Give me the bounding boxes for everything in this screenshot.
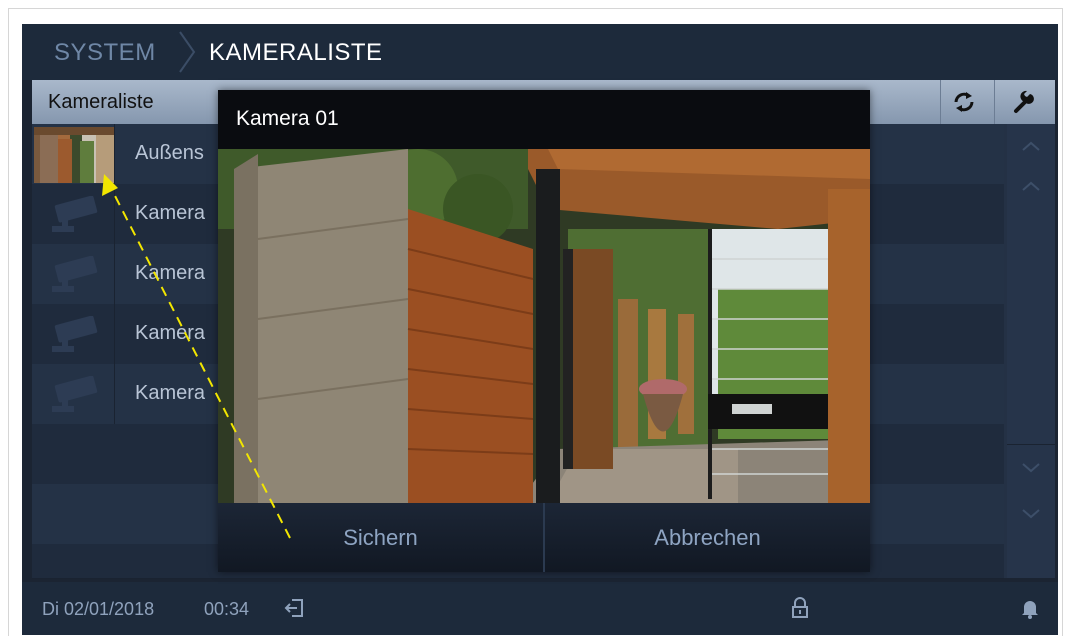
status-time: 00:34 <box>204 599 250 619</box>
touch-screen: SYSTEM KAMERALISTE Kameraliste Außens Ka… <box>22 24 1058 635</box>
scroll-top-button[interactable] <box>1007 128 1055 164</box>
camera-icon <box>52 316 98 352</box>
list-item-label: Kamera <box>135 202 206 224</box>
camera-icon <box>52 376 98 412</box>
list-item-label: Kamera <box>135 322 206 344</box>
refresh-button[interactable] <box>942 80 986 124</box>
camera-preview-dialog: Kamera 01 Sichern Abbrechen <box>218 90 870 572</box>
chevron-down-icon <box>1022 509 1040 519</box>
settings-button[interactable] <box>1002 80 1046 124</box>
camera-scene-image <box>218 149 870 503</box>
page-title: KAMERALISTE <box>209 39 383 66</box>
status-bar: Di 02/01/2018 00:34 <box>22 582 1058 635</box>
camera-thumbnail <box>34 127 114 183</box>
thumbnail-cell <box>32 184 115 244</box>
chevron-up-icon <box>1022 141 1040 151</box>
dialog-title-bar: Kamera 01 <box>218 90 870 149</box>
list-title: Kameraliste <box>48 91 154 113</box>
lock-icon[interactable] <box>788 596 812 620</box>
camera-icon <box>52 196 98 232</box>
save-button[interactable]: Sichern <box>218 503 543 572</box>
bell-icon[interactable] <box>1018 596 1042 620</box>
camera-icon <box>52 256 98 292</box>
wrench-icon <box>1014 90 1034 113</box>
dialog-title: Kamera 01 <box>236 107 339 130</box>
scrollbar[interactable] <box>1007 124 1055 578</box>
list-item-label: Kamera <box>135 382 206 404</box>
thumbnail-cell <box>32 124 115 184</box>
refresh-icon <box>954 92 974 112</box>
breadcrumb-separator-icon <box>179 31 196 73</box>
scroll-bottom-button[interactable] <box>1007 496 1055 532</box>
list-item-label: Kamera <box>135 262 206 284</box>
list-item-label: Außens <box>135 142 204 164</box>
chevron-down-icon <box>1022 463 1040 473</box>
title-bar: SYSTEM KAMERALISTE <box>22 24 1058 80</box>
thumbnail-cell <box>32 364 115 424</box>
dialog-button-bar: Sichern Abbrechen <box>218 503 870 572</box>
scroll-divider <box>1007 444 1055 445</box>
status-date: Di 02/01/2018 <box>42 599 155 619</box>
camera-live-image <box>218 149 870 503</box>
cancel-button[interactable]: Abbrechen <box>545 503 870 572</box>
logout-icon[interactable] <box>282 596 306 620</box>
header-divider <box>994 80 995 124</box>
breadcrumb-system[interactable]: SYSTEM <box>54 39 156 67</box>
thumbnail-cell <box>32 244 115 304</box>
chevron-up-icon <box>1022 181 1040 191</box>
thumbnail-cell <box>32 304 115 364</box>
scroll-down-button[interactable] <box>1007 450 1055 486</box>
header-divider <box>940 80 941 124</box>
scroll-up-button[interactable] <box>1007 168 1055 204</box>
